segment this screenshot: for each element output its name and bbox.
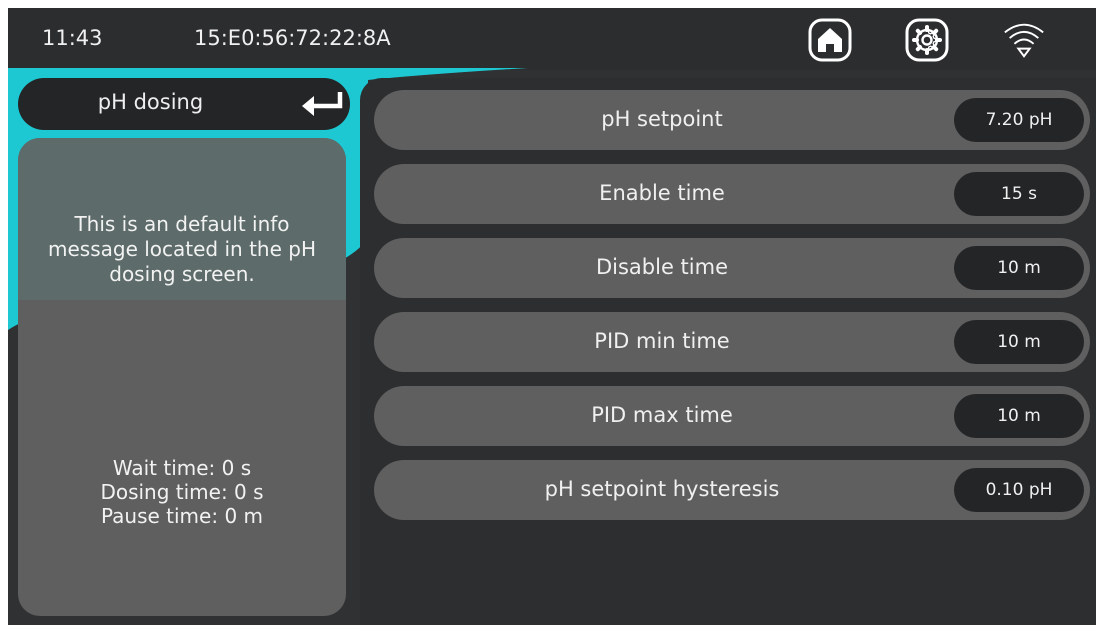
- setting-label: PID min time: [594, 329, 730, 353]
- dosing-time: Dosing time: 0 s: [100, 480, 264, 504]
- home-icon: [808, 18, 852, 62]
- wifi-status[interactable]: [1002, 18, 1046, 62]
- setting-row-enable-time[interactable]: Enable time 15 s: [374, 164, 1090, 224]
- setting-label: pH setpoint hysteresis: [544, 477, 780, 501]
- device-id: 15:E0:56:72:22:8A: [194, 26, 391, 50]
- gear-icon: [905, 18, 949, 62]
- setting-row-disable-time[interactable]: Disable time 10 m: [374, 238, 1090, 298]
- wait-time: Wait time: 0 s: [112, 456, 252, 480]
- setting-value[interactable]: 15 s: [954, 172, 1084, 216]
- setting-label: pH setpoint: [601, 107, 723, 131]
- dosing-stats: Wait time: 0 s Dosing time: 0 s Pause ti…: [18, 456, 346, 528]
- setting-value[interactable]: 7.20 pH: [954, 98, 1084, 142]
- setting-label: Disable time: [595, 255, 729, 279]
- info-panel: This is an default info message located …: [18, 138, 346, 616]
- setting-row-ph-setpoint[interactable]: pH setpoint 7.20 pH: [374, 90, 1090, 150]
- back-button[interactable]: [300, 89, 344, 123]
- home-button[interactable]: [808, 18, 852, 62]
- setting-value[interactable]: 0.10 pH: [954, 468, 1084, 512]
- wifi-icon: [1004, 23, 1044, 58]
- pause-time: Pause time: 0 m: [100, 504, 264, 528]
- setting-label: Enable time: [599, 181, 725, 205]
- setting-row-pid-max-time[interactable]: PID max time 10 m: [374, 386, 1090, 446]
- screen-title: pH dosing: [97, 90, 204, 114]
- return-arrow-icon: [302, 92, 343, 116]
- info-message: This is an default info message located …: [48, 212, 316, 286]
- clock: 11:43: [42, 26, 103, 50]
- setting-value[interactable]: 10 m: [954, 394, 1084, 438]
- status-bar: 11:43 15:E0:56:72:22:8A: [8, 8, 1096, 70]
- settings-list: pH setpoint 7.20 pH Enable time 15 s Dis…: [360, 78, 1096, 625]
- setting-row-ph-hysteresis[interactable]: pH setpoint hysteresis 0.10 pH: [374, 460, 1090, 520]
- screen-title-bar: pH dosing: [18, 78, 350, 130]
- device-screen: 11:43 15:E0:56:72:22:8A pH dosing This i…: [8, 8, 1096, 625]
- setting-value[interactable]: 10 m: [954, 246, 1084, 290]
- setting-value[interactable]: 10 m: [954, 320, 1084, 364]
- setting-label: PID max time: [591, 403, 733, 427]
- settings-button[interactable]: [905, 18, 949, 62]
- setting-row-pid-min-time[interactable]: PID min time 10 m: [374, 312, 1090, 372]
